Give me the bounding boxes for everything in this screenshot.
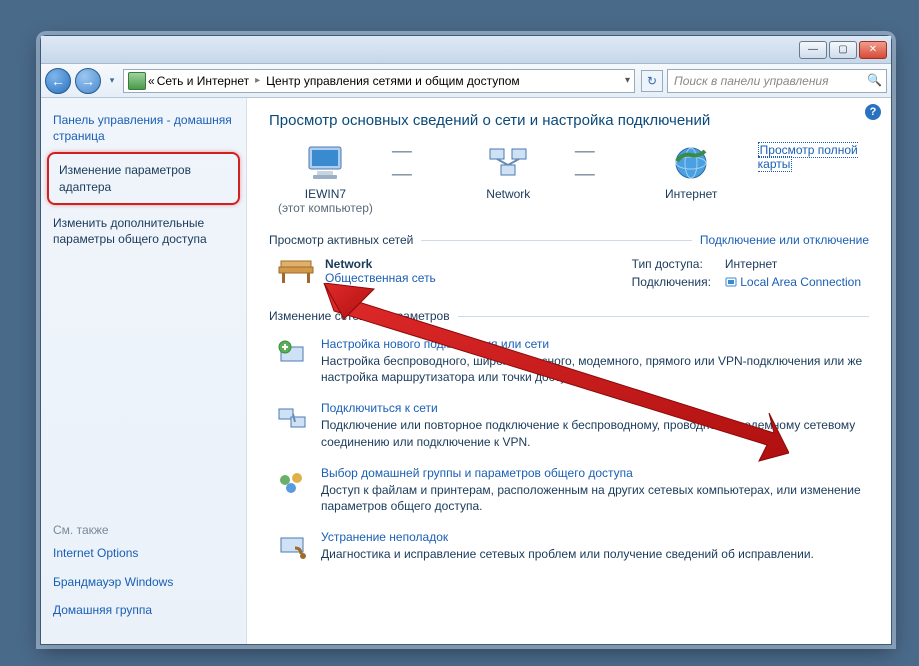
network-type-link[interactable]: Общественная сеть [325, 271, 436, 285]
map-this-pc-name: IEWIN7 [269, 187, 382, 201]
active-networks-title: Просмотр активных сетей [269, 233, 413, 247]
globe-icon [669, 143, 713, 183]
map-internet: Интернет [635, 143, 748, 201]
content-body: ? Панель управления - домашняя страница … [41, 98, 891, 644]
access-type-label: Тип доступа: [632, 257, 711, 271]
sidebar: Панель управления - домашняя страница Из… [41, 98, 247, 644]
nav-forward-button[interactable]: → [75, 68, 101, 94]
new-connection-icon [275, 337, 309, 371]
network-name: Network [325, 257, 436, 271]
connections-label: Подключения: [632, 275, 711, 289]
search-placeholder: Поиск в панели управления [674, 74, 829, 88]
sidebar-homegroup-link[interactable]: Домашняя группа [53, 602, 234, 618]
help-icon[interactable]: ? [865, 104, 881, 120]
map-this-pc-sub: (этот компьютер) [269, 201, 382, 215]
breadcrumb-dropdown-icon[interactable]: ▾ [625, 75, 630, 86]
navbar: ← → ▾ « Сеть и Интернет ▸ Центр управлен… [41, 64, 891, 98]
refresh-button[interactable]: ↻ [641, 70, 663, 92]
setting-desc: Диагностика и исправление сетевых пробле… [321, 546, 814, 562]
change-settings-title: Изменение сетевых параметров [269, 309, 450, 323]
active-network-row: Network Общественная сеть Тип доступа: И… [269, 253, 869, 299]
setting-troubleshoot[interactable]: Устранение неполадок Диагностика и испра… [269, 522, 869, 572]
settings-list: Настройка нового подключения или сети На… [269, 329, 869, 572]
sidebar-sharing-settings-link[interactable]: Изменить дополнительные параметры общего… [53, 215, 234, 247]
breadcrumb-sep-icon: ▸ [251, 75, 264, 86]
sidebar-home-link[interactable]: Панель управления - домашняя страница [53, 112, 234, 144]
setting-title[interactable]: Выбор домашней группы и параметров общег… [321, 466, 633, 480]
breadcrumb-part-sharing-center[interactable]: Центр управления сетями и общим доступом [266, 74, 520, 88]
setting-connect-network[interactable]: Подключиться к сети Подключение или повт… [269, 393, 869, 457]
homegroup-icon [275, 466, 309, 500]
setting-title[interactable]: Подключиться к сети [321, 401, 438, 415]
connect-disconnect-link[interactable]: Подключение или отключение [700, 233, 869, 247]
ethernet-icon [725, 276, 737, 288]
setting-title[interactable]: Устранение неполадок [321, 530, 448, 544]
sidebar-internet-options-link[interactable]: Internet Options [53, 545, 234, 561]
active-networks-header: Просмотр активных сетей Подключение или … [269, 233, 869, 247]
nav-back-button[interactable]: ← [45, 68, 71, 94]
breadcrumb-part-network[interactable]: Сеть и Интернет [157, 74, 249, 88]
map-connector-icon: — — [575, 143, 625, 183]
window-frame: — ▢ ✕ ← → ▾ « Сеть и Интернет ▸ Центр уп… [40, 35, 892, 645]
troubleshoot-icon [275, 530, 309, 564]
connect-network-icon [275, 401, 309, 435]
breadcrumb-prefix: « [148, 74, 155, 88]
map-full-map: Просмотр полной карты [758, 143, 869, 171]
sidebar-seealso-title: См. также [53, 523, 234, 537]
search-input[interactable]: Поиск в панели управления 🔍 [667, 69, 887, 93]
connection-link[interactable]: Local Area Connection [740, 275, 861, 289]
nav-history-dropdown[interactable]: ▾ [105, 68, 119, 94]
map-internet-label: Интернет [635, 187, 748, 201]
main-panel: Просмотр основных сведений о сети и наст… [247, 98, 891, 644]
setting-title[interactable]: Настройка нового подключения или сети [321, 337, 549, 351]
change-settings-header: Изменение сетевых параметров [269, 309, 869, 323]
setting-new-connection[interactable]: Настройка нового подключения или сети На… [269, 329, 869, 393]
map-network-label: Network [452, 187, 565, 201]
setting-desc: Настройка беспроводного, широкополосного… [321, 353, 863, 385]
network-hub-icon [486, 143, 530, 183]
sidebar-firewall-link[interactable]: Брандмауэр Windows [53, 574, 234, 590]
titlebar: — ▢ ✕ [41, 36, 891, 64]
network-map-row: IEWIN7 (этот компьютер) — — Network — — … [269, 143, 869, 215]
map-this-computer: IEWIN7 (этот компьютер) [269, 143, 382, 215]
computer-icon [303, 143, 347, 183]
minimize-button[interactable]: — [799, 41, 827, 59]
setting-desc: Доступ к файлам и принтерам, расположенн… [321, 482, 863, 514]
bench-icon [277, 257, 315, 287]
full-map-link[interactable]: Просмотр полной карты [758, 142, 858, 172]
setting-desc: Подключение или повторное подключение к … [321, 417, 863, 449]
control-panel-icon [128, 72, 146, 90]
maximize-button[interactable]: ▢ [829, 41, 857, 59]
search-icon: 🔍 [867, 73, 882, 87]
breadcrumb[interactable]: « Сеть и Интернет ▸ Центр управления сет… [123, 69, 635, 93]
map-network: Network [452, 143, 565, 201]
page-title: Просмотр основных сведений о сети и наст… [269, 112, 869, 129]
sidebar-adapter-settings-link[interactable]: Изменение параметров адаптера [59, 162, 228, 194]
map-connector-icon: — — [392, 143, 442, 183]
access-type-value: Интернет [725, 257, 861, 271]
close-button[interactable]: ✕ [859, 41, 887, 59]
annotation-highlight: Изменение параметров адаптера [47, 152, 240, 204]
setting-homegroup[interactable]: Выбор домашней группы и параметров общег… [269, 458, 869, 522]
